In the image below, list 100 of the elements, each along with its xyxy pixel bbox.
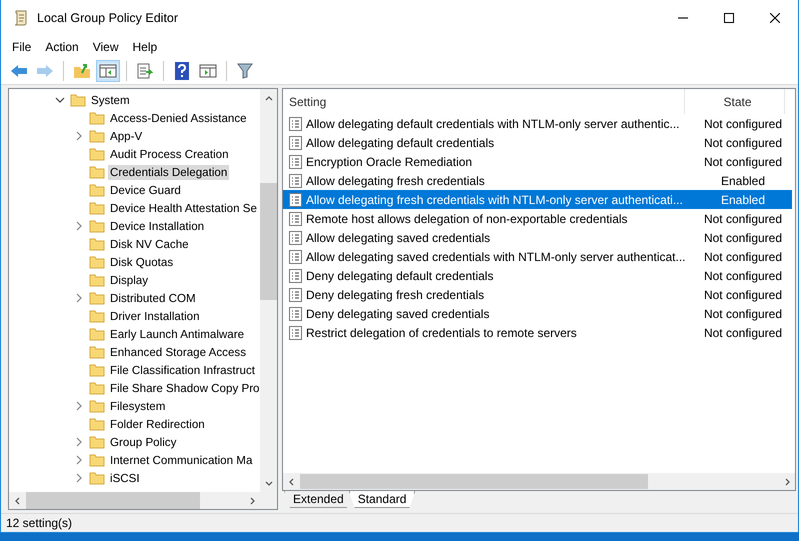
tree-item[interactable]: Device Installation	[108, 218, 206, 234]
column-header[interactable]: Setting	[283, 89, 685, 114]
policy-icon	[289, 116, 302, 130]
folder-icon	[89, 291, 105, 305]
setting-name: Allow delegating saved credentials with NTLM-only server authenticat...	[306, 250, 687, 264]
setting-state: Not configured	[702, 136, 784, 150]
menu-item[interactable]: File	[5, 40, 38, 54]
tree-item[interactable]: Device Guard	[108, 182, 183, 198]
chevron-right-icon[interactable]	[75, 401, 83, 411]
policy-icon	[289, 268, 302, 282]
scrollbar-thumb[interactable]	[300, 474, 648, 489]
tree-item[interactable]: App-V	[108, 128, 144, 144]
tree-item[interactable]: Enhanced Storage Access	[108, 344, 248, 360]
policy-icon	[289, 306, 302, 320]
column-header[interactable]: State	[685, 89, 785, 114]
folder-icon	[89, 219, 105, 233]
setting-state: Not configured	[702, 116, 784, 130]
chevron-right-icon[interactable]	[75, 221, 83, 231]
scrollbar-thumb[interactable]	[26, 492, 200, 509]
folder-icon	[89, 345, 105, 359]
maximize-icon	[724, 13, 734, 23]
horizontal-scrollbar[interactable]	[283, 473, 795, 490]
tree-item[interactable]: Internet Communication Ma	[108, 452, 254, 468]
scrollbar-thumb[interactable]	[260, 183, 277, 300]
menu-item[interactable]: View	[86, 40, 126, 54]
folder-icon	[89, 381, 105, 395]
scroll-right-icon	[248, 496, 256, 504]
chevron-right-icon[interactable]	[75, 293, 83, 303]
folder-icon	[89, 399, 105, 413]
toolbar-button[interactable]	[96, 60, 120, 82]
policy-icon	[289, 326, 302, 340]
policy-icon	[289, 174, 302, 188]
folder-icon	[89, 255, 105, 269]
chevron-right-icon[interactable]	[75, 131, 83, 141]
scroll-up-icon	[264, 94, 272, 102]
tree-item[interactable]: Disk NV Cache	[108, 236, 191, 252]
console-tree-icon	[99, 62, 117, 78]
setting-row[interactable]: Deny delegating fresh credentials Not configured	[283, 285, 792, 304]
tree-item[interactable]: Driver Installation	[108, 308, 202, 324]
tree-item[interactable]: System	[89, 92, 132, 108]
vertical-scrollbar[interactable]	[260, 89, 277, 492]
tree-item[interactable]: File Share Shadow Copy Pro	[108, 380, 260, 396]
back-arrow-icon	[10, 64, 28, 78]
chevron-down-icon[interactable]	[55, 96, 65, 104]
view-tab[interactable]: Standard	[348, 491, 416, 508]
setting-row[interactable]: Remote host allows delegation of non-exportable credentials Not configured	[283, 209, 792, 228]
setting-state: Not configured	[702, 326, 784, 340]
app-icon	[13, 10, 29, 26]
tree-item[interactable]: iSCSI	[108, 470, 142, 486]
horizontal-scrollbar[interactable]	[9, 492, 277, 509]
setting-name: Restrict delegation of credentials to remote servers	[306, 326, 578, 340]
tree-item[interactable]: Filesystem	[108, 398, 168, 414]
setting-row[interactable]: Allow delegating saved credentials Not configured	[283, 228, 792, 247]
folder-icon	[89, 453, 105, 467]
setting-row[interactable]: Restrict delegation of credentials to remote servers Not configured	[283, 323, 792, 342]
setting-state: Not configured	[702, 288, 784, 302]
status-text: 12 setting(s)	[6, 516, 72, 530]
scroll-right-icon	[782, 478, 790, 486]
filter-icon	[237, 62, 253, 78]
folder-icon	[89, 111, 105, 125]
tree-item[interactable]: Distributed COM	[108, 290, 198, 306]
setting-name: Deny delegating saved credentials	[306, 306, 490, 320]
setting-name: Remote host allows delegation of non-exportable credentials	[306, 212, 629, 226]
setting-name: Allow delegating fresh credentials with NTLM-only server authenticati...	[306, 192, 684, 206]
setting-row[interactable]: Allow delegating default credentials Not configured	[283, 133, 792, 152]
tree-item[interactable]: Disk Quotas	[108, 254, 176, 270]
menu-item[interactable]: Help	[126, 40, 164, 54]
folder-icon	[70, 93, 86, 107]
setting-row[interactable]: Allow delegating fresh credentials with NTLM-only server authenticati... Enabled	[283, 190, 792, 209]
menu-item[interactable]: Action	[38, 40, 86, 54]
setting-row[interactable]: Encryption Oracle Remediation Not configured	[283, 152, 792, 171]
folder-icon	[89, 201, 105, 215]
setting-row[interactable]: Deny delegating saved credentials Not configured	[283, 304, 792, 323]
tree-item[interactable]: Display	[108, 272, 150, 288]
tree-item[interactable]: Device Health Attestation Se	[108, 200, 259, 216]
tree-item[interactable]: Early Launch Antimalware	[108, 326, 246, 342]
setting-state: Not configured	[702, 212, 784, 226]
setting-state: Enabled	[720, 174, 766, 188]
setting-row[interactable]: Allow delegating fresh credentials Enabled	[283, 171, 792, 190]
tree-item[interactable]: Audit Process Creation	[108, 146, 231, 162]
tree-item[interactable]: Folder Redirection	[108, 416, 207, 432]
forward-arrow-icon	[36, 64, 54, 78]
setting-state: Not configured	[702, 306, 784, 320]
window-title: Local Group Policy Editor	[37, 11, 180, 25]
setting-name: Allow delegating saved credentials	[306, 230, 492, 244]
policy-icon	[289, 154, 302, 168]
help-icon	[175, 62, 189, 80]
tree-item[interactable]: Access-Denied Assistance	[108, 110, 249, 126]
tree-item[interactable]: Credentials Delegation	[108, 164, 230, 180]
setting-row[interactable]: Deny delegating default credentials Not configured	[283, 266, 792, 285]
setting-row[interactable]: Allow delegating saved credentials with NTLM-only server authenticat... Not configured	[283, 247, 792, 266]
action-pane-icon	[199, 62, 217, 78]
setting-row[interactable]: Allow delegating default credentials with NTLM-only server authentic... Not configured	[283, 114, 792, 133]
export-list-icon	[136, 62, 154, 78]
setting-state: Enabled	[720, 192, 766, 206]
close-icon	[770, 13, 780, 23]
folder-up-icon	[73, 62, 91, 78]
setting-name: Allow delegating default credentials with NTLM-only server authentic...	[306, 116, 681, 130]
tree-item[interactable]: File Classification Infrastruct	[108, 362, 257, 378]
tree-item[interactable]: Group Policy	[108, 434, 178, 450]
